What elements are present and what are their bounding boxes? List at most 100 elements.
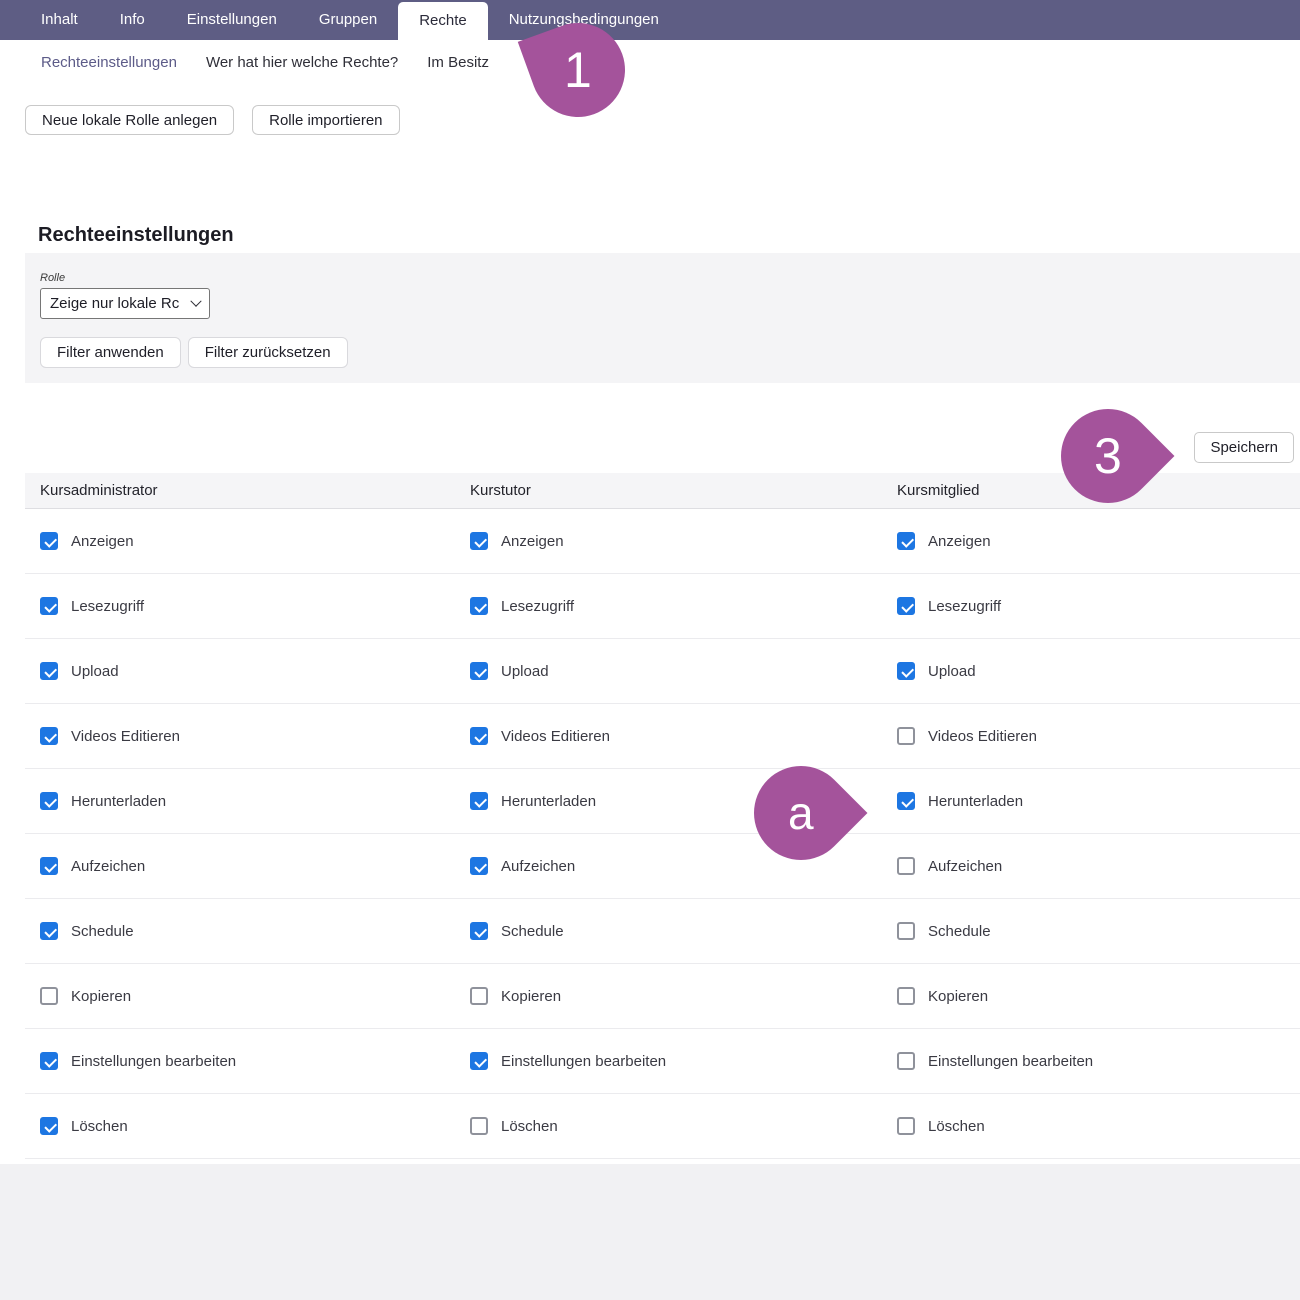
checkbox-kursadministrator-herunterladen[interactable] — [40, 792, 58, 810]
checkbox-kursmitglied-herunterladen[interactable] — [897, 792, 915, 810]
new-local-role-button[interactable]: Neue lokale Rolle anlegen — [25, 105, 234, 135]
permission-label: Anzeigen — [501, 533, 564, 550]
permission-label: Upload — [71, 663, 119, 680]
permissions-table: KursadministratorKurstutorKursmitglied A… — [25, 473, 1300, 1159]
permission-label: Herunterladen — [501, 793, 596, 810]
subnav-wer-hat-hier-welche-rechte-[interactable]: Wer hat hier welche Rechte? — [206, 54, 398, 71]
permission-label: Herunterladen — [928, 793, 1023, 810]
permission-cell: Kopieren — [897, 987, 1300, 1005]
checkbox-kursadministrator-lesezugriff[interactable] — [40, 597, 58, 615]
permission-cell: Schedule — [897, 922, 1300, 940]
checkbox-kurstutor-videos-editieren[interactable] — [470, 727, 488, 745]
permission-cell: Einstellungen bearbeiten — [897, 1052, 1300, 1070]
subnav-im-besitz[interactable]: Im Besitz — [427, 54, 489, 71]
top-nav: InhaltInfoEinstellungenGruppenRechteNutz… — [0, 0, 1300, 40]
annotation-step-3-label: 3 — [1094, 431, 1122, 481]
tab-einstellungen[interactable]: Einstellungen — [166, 0, 298, 40]
checkbox-kurstutor-löschen[interactable] — [470, 1117, 488, 1135]
checkbox-kursadministrator-aufzeichen[interactable] — [40, 857, 58, 875]
tab-gruppen[interactable]: Gruppen — [298, 0, 398, 40]
permission-cell: Schedule — [470, 922, 897, 940]
checkbox-kursmitglied-upload[interactable] — [897, 662, 915, 680]
permission-label: Kopieren — [928, 988, 988, 1005]
checkbox-kursmitglied-löschen[interactable] — [897, 1117, 915, 1135]
permission-cell: Einstellungen bearbeiten — [470, 1052, 897, 1070]
checkbox-kursadministrator-anzeigen[interactable] — [40, 532, 58, 550]
checkbox-kursmitglied-aufzeichen[interactable] — [897, 857, 915, 875]
permission-label: Videos Editieren — [501, 728, 610, 745]
permission-cell: Upload — [897, 662, 1300, 680]
checkbox-kursadministrator-videos-editieren[interactable] — [40, 727, 58, 745]
permission-cell: Löschen — [897, 1117, 1300, 1135]
permission-cell: Lesezugriff — [897, 597, 1300, 615]
checkbox-kursadministrator-upload[interactable] — [40, 662, 58, 680]
subnav-rechteeinstellungen[interactable]: Rechteeinstellungen — [41, 54, 177, 71]
permission-cell: Anzeigen — [40, 532, 470, 550]
table-row-upload: UploadUploadUpload — [25, 639, 1300, 704]
filter-panel: Rolle Zeige nur lokale Rc Filter anwende… — [25, 253, 1300, 383]
tab-inhalt[interactable]: Inhalt — [20, 0, 99, 40]
permission-label: Löschen — [71, 1118, 128, 1135]
annotation-step-a-label: a — [788, 790, 814, 836]
permission-label: Herunterladen — [71, 793, 166, 810]
checkbox-kursmitglied-schedule[interactable] — [897, 922, 915, 940]
permission-label: Aufzeichen — [928, 858, 1002, 875]
permission-cell: Videos Editieren — [897, 727, 1300, 745]
tab-rechte[interactable]: Rechte — [398, 2, 488, 40]
permission-label: Aufzeichen — [71, 858, 145, 875]
permission-label: Kopieren — [71, 988, 131, 1005]
checkbox-kursmitglied-lesezugriff[interactable] — [897, 597, 915, 615]
permission-cell: Aufzeichen — [897, 857, 1300, 875]
permission-cell: Anzeigen — [897, 532, 1300, 550]
permission-cell: Videos Editieren — [470, 727, 897, 745]
checkbox-kursadministrator-kopieren[interactable] — [40, 987, 58, 1005]
checkbox-kurstutor-einstellungen-bearbeiten[interactable] — [470, 1052, 488, 1070]
permission-label: Schedule — [71, 923, 134, 940]
checkbox-kurstutor-aufzeichen[interactable] — [470, 857, 488, 875]
checkbox-kursadministrator-löschen[interactable] — [40, 1117, 58, 1135]
checkbox-kursmitglied-anzeigen[interactable] — [897, 532, 915, 550]
annotation-step-1-label: 1 — [564, 45, 592, 95]
checkbox-kurstutor-kopieren[interactable] — [470, 987, 488, 1005]
checkbox-kurstutor-herunterladen[interactable] — [470, 792, 488, 810]
checkbox-kursmitglied-videos-editieren[interactable] — [897, 727, 915, 745]
checkbox-kursadministrator-schedule[interactable] — [40, 922, 58, 940]
sub-nav: Rechteeinstellungen Wer hat hier welche R… — [0, 40, 1300, 87]
save-button[interactable]: Speichern — [1194, 432, 1294, 463]
table-row-kopieren: Kopieren Kopieren Kopieren — [25, 964, 1300, 1029]
permission-label: Anzeigen — [928, 533, 991, 550]
reset-filter-button[interactable]: Filter zurücksetzen — [188, 337, 348, 368]
table-row-herunterladen: Herunterladen Herunterladen Herunterladen — [25, 769, 1300, 834]
chevron-down-icon — [190, 295, 201, 306]
checkbox-kurstutor-anzeigen[interactable] — [470, 532, 488, 550]
import-role-button[interactable]: Rolle importieren — [252, 105, 399, 135]
permission-label: Einstellungen bearbeiten — [71, 1053, 236, 1070]
permission-cell: Löschen — [470, 1117, 897, 1135]
role-select-value: Zeige nur lokale Rc — [50, 295, 192, 312]
checkbox-kursmitglied-einstellungen-bearbeiten[interactable] — [897, 1052, 915, 1070]
checkbox-kurstutor-upload[interactable] — [470, 662, 488, 680]
permission-cell: Upload — [40, 662, 470, 680]
permission-label: Lesezugriff — [71, 598, 144, 615]
table-row-einstellungen-bearbeiten: Einstellungen bearbeitenEinstellungen be… — [25, 1029, 1300, 1094]
role-actions-row: Neue lokale Rolle anlegen Rolle importie… — [25, 105, 1300, 135]
footer — [0, 1164, 1300, 1300]
role-label: Rolle — [40, 272, 1300, 284]
tab-info[interactable]: Info — [99, 0, 166, 40]
table-row-lesezugriff: LesezugriffLesezugriffLesezugriff — [25, 574, 1300, 639]
permission-cell: Löschen — [40, 1117, 470, 1135]
permission-cell: Upload — [470, 662, 897, 680]
permission-cell: Kopieren — [40, 987, 470, 1005]
permission-cell: Schedule — [40, 922, 470, 940]
checkbox-kurstutor-lesezugriff[interactable] — [470, 597, 488, 615]
permission-label: Kopieren — [501, 988, 561, 1005]
permission-label: Schedule — [501, 923, 564, 940]
checkbox-kursmitglied-kopieren[interactable] — [897, 987, 915, 1005]
role-select[interactable]: Zeige nur lokale Rc — [40, 288, 210, 319]
permission-label: Aufzeichen — [501, 858, 575, 875]
table-row-löschen: LöschenLöschenLöschen — [25, 1094, 1300, 1159]
checkbox-kurstutor-schedule[interactable] — [470, 922, 488, 940]
apply-filter-button[interactable]: Filter anwenden — [40, 337, 181, 368]
checkbox-kursadministrator-einstellungen-bearbeiten[interactable] — [40, 1052, 58, 1070]
permission-cell: Herunterladen — [897, 792, 1300, 810]
